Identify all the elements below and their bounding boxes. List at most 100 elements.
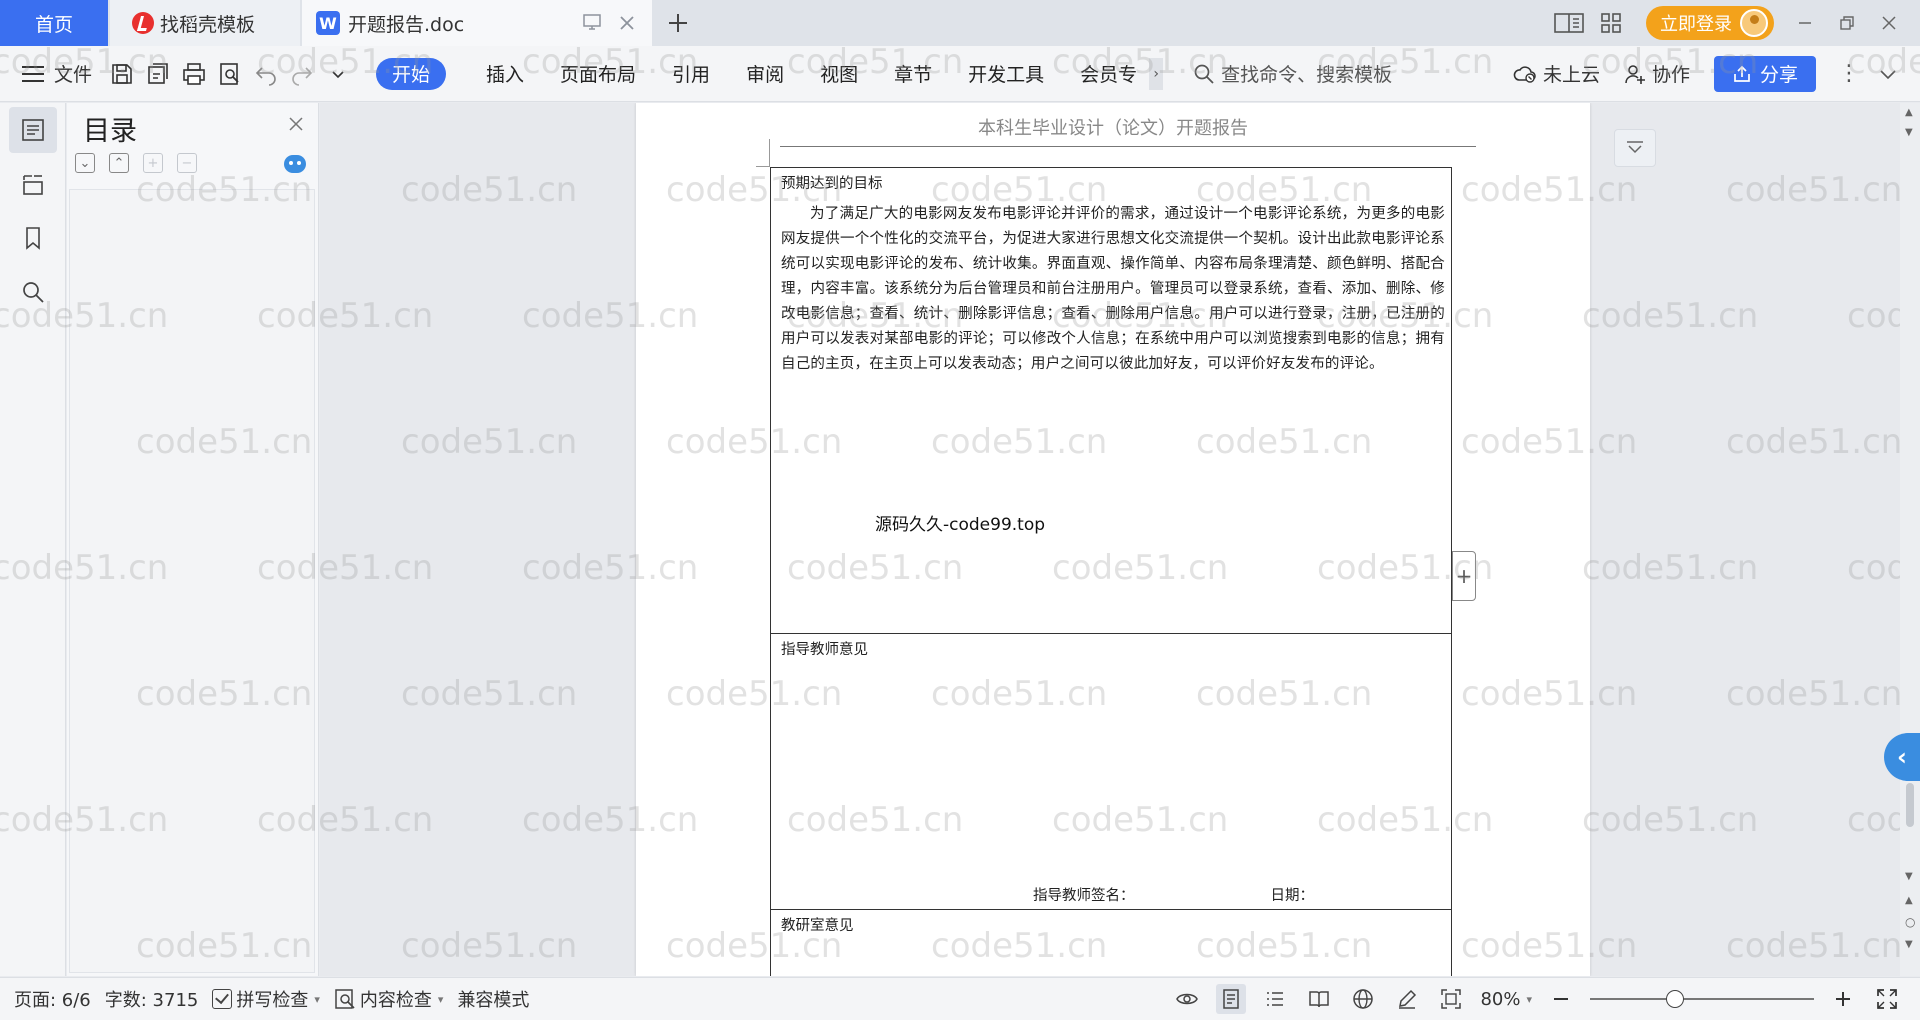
tab-references[interactable]: 引用 bbox=[654, 58, 728, 90]
vertical-scrollbar[interactable]: ▲ ▼ ▼ ▲ ○ ▼ bbox=[1900, 103, 1920, 976]
new-tab-button[interactable] bbox=[652, 0, 704, 46]
login-button[interactable]: 立即登录 bbox=[1646, 6, 1774, 40]
outline-view-button[interactable] bbox=[1260, 984, 1290, 1014]
zoom-out-button[interactable] bbox=[1546, 984, 1576, 1014]
share-button[interactable]: 分享 bbox=[1713, 55, 1816, 92]
collapse-ribbon-button[interactable] bbox=[1872, 58, 1904, 90]
tab-sections[interactable]: 章节 bbox=[876, 58, 950, 90]
zoom-slider-knob[interactable] bbox=[1666, 990, 1685, 1008]
tab-review[interactable]: 审阅 bbox=[728, 58, 802, 90]
plus-icon: + bbox=[1455, 564, 1473, 588]
document-page[interactable]: 本科生毕业设计（论文）开题报告 预期达到的目标 为了满足广大的电影网友发布电影评… bbox=[636, 103, 1590, 976]
scroll-down-icon[interactable]: ▼ bbox=[1905, 127, 1913, 138]
scrollbar-thumb[interactable] bbox=[1906, 783, 1914, 827]
fit-page-button[interactable] bbox=[1436, 984, 1466, 1014]
caret-down-icon: ▾ bbox=[1526, 992, 1532, 1006]
minus-icon: − bbox=[181, 155, 193, 171]
caret-down-icon: ▾ bbox=[314, 992, 320, 1006]
writing-mode-button[interactable] bbox=[1392, 984, 1422, 1014]
more-tabs-button[interactable]: › bbox=[1149, 57, 1164, 90]
tab-insert[interactable]: 插入 bbox=[468, 58, 542, 90]
export-pdf-button[interactable] bbox=[142, 58, 174, 90]
side-filter-button[interactable] bbox=[1614, 129, 1656, 167]
toc-close-button[interactable] bbox=[288, 113, 304, 138]
ai-assistant-icon[interactable] bbox=[284, 155, 306, 173]
word-count[interactable]: 字数: 3715 bbox=[105, 986, 199, 1012]
chapter-nav-button[interactable] bbox=[9, 161, 57, 207]
app-grid-button[interactable] bbox=[1590, 0, 1632, 46]
zoom-in-button[interactable] bbox=[1828, 984, 1858, 1014]
print-button[interactable] bbox=[178, 58, 210, 90]
web-layout-button[interactable] bbox=[1348, 984, 1378, 1014]
undo-button[interactable] bbox=[250, 58, 282, 90]
advisor-opinion-cell[interactable]: 指导教师意见 指导教师签名： 日期： bbox=[771, 634, 1451, 910]
zoom-slider[interactable] bbox=[1590, 989, 1814, 1009]
page-down-icon[interactable]: ▼ bbox=[1905, 939, 1913, 950]
cloud-off-icon bbox=[1513, 65, 1536, 83]
toc-expand-button[interactable]: ⌄ bbox=[75, 153, 95, 173]
undo-icon bbox=[255, 66, 276, 86]
more-options-button[interactable]: ⋮ bbox=[1838, 61, 1860, 86]
avatar-icon bbox=[1740, 9, 1768, 37]
reading-mode-button[interactable] bbox=[1304, 984, 1334, 1014]
tab-home[interactable]: 首页 bbox=[0, 0, 108, 46]
page-view-button[interactable] bbox=[1216, 984, 1247, 1014]
caret-down-icon: ▾ bbox=[437, 992, 444, 1006]
toc-collapse-button[interactable]: ⌃ bbox=[109, 153, 129, 173]
scroll-up-icon[interactable]: ▲ bbox=[1905, 107, 1913, 118]
page-count[interactable]: 页面: 6/6 bbox=[14, 986, 91, 1012]
zoom-level-dropdown[interactable]: 80% ▾ bbox=[1480, 989, 1532, 1010]
close-tab-icon[interactable] bbox=[618, 13, 636, 37]
minimize-button[interactable] bbox=[1784, 15, 1826, 31]
minimize-icon bbox=[1799, 22, 1811, 24]
toc-list bbox=[69, 189, 315, 973]
content-check-button[interactable]: 内容检查 ▾ bbox=[334, 986, 444, 1012]
add-table-row-button[interactable]: + bbox=[1452, 551, 1476, 601]
zoom-slider-track bbox=[1590, 998, 1814, 1000]
ribbon-menu-bar: 文件 开始 插入 页面布局 引用 审阅 视图 章节 开发工具 会员专 › 查找命… bbox=[0, 46, 1920, 102]
compatibility-mode[interactable]: 兼容模式 bbox=[457, 986, 529, 1012]
float-window-icon[interactable] bbox=[582, 12, 602, 37]
export-icon bbox=[148, 62, 168, 84]
tab-view[interactable]: 视图 bbox=[802, 58, 876, 90]
save-button[interactable] bbox=[106, 58, 138, 90]
tab-daoke-templates[interactable]: 找稻壳模板 bbox=[110, 0, 300, 46]
tab-document-label: 开题报告.doc bbox=[348, 13, 465, 36]
page-up-icon[interactable]: ▲ bbox=[1905, 895, 1913, 906]
close-icon bbox=[1882, 16, 1896, 30]
document-canvas[interactable]: 本科生毕业设计（论文）开题报告 预期达到的目标 为了满足广大的电影网友发布电影评… bbox=[320, 103, 1920, 976]
tab-document[interactable]: W 开题报告.doc bbox=[302, 0, 652, 46]
plus-icon bbox=[1836, 992, 1850, 1006]
toc-panel-button[interactable] bbox=[9, 107, 57, 153]
eye-protection-button[interactable] bbox=[1172, 984, 1202, 1014]
tab-member[interactable]: 会员专 bbox=[1062, 58, 1155, 90]
spell-check-button[interactable]: 拼写检查 ▾ bbox=[212, 986, 320, 1012]
office-opinion-cell[interactable]: 教研室意见 bbox=[771, 910, 1451, 976]
file-menu-button[interactable]: 文件 bbox=[0, 60, 106, 87]
tab-page-layout[interactable]: 页面布局 bbox=[542, 58, 654, 90]
status-bar: 页面: 6/6 字数: 3715 拼写检查 ▾ 内容检查 ▾ 兼容模式 80% … bbox=[0, 977, 1920, 1020]
print-preview-button[interactable] bbox=[214, 58, 246, 90]
cloud-status-button[interactable]: 未上云 bbox=[1513, 60, 1600, 87]
goal-cell[interactable]: 预期达到的目标 为了满足广大的电影网友发布电影评论并评价的需求，通过设计一个电影… bbox=[771, 168, 1451, 634]
tab-developer[interactable]: 开发工具 bbox=[950, 58, 1062, 90]
report-form-table: 预期达到的目标 为了满足广大的电影网友发布电影评论并评价的需求，通过设计一个电影… bbox=[770, 167, 1452, 976]
tab-home-ribbon[interactable]: 开始 bbox=[376, 57, 447, 90]
toc-demote-button[interactable]: − bbox=[177, 153, 197, 173]
outline-list-icon bbox=[1267, 992, 1284, 1006]
wps-writer-icon: W bbox=[316, 11, 340, 35]
find-button[interactable] bbox=[9, 269, 57, 315]
reading-layout-button[interactable] bbox=[1548, 0, 1590, 46]
restore-button[interactable] bbox=[1826, 15, 1868, 31]
quick-access-dropdown[interactable] bbox=[322, 58, 354, 90]
command-search-placeholder: 查找命令、搜索模板 bbox=[1221, 64, 1393, 86]
browse-object-icon[interactable]: ○ bbox=[1905, 915, 1915, 929]
fullscreen-button[interactable] bbox=[1872, 984, 1902, 1014]
close-window-button[interactable] bbox=[1868, 15, 1910, 31]
command-search[interactable]: 查找命令、搜索模板 bbox=[1193, 60, 1392, 87]
scroll-down-icon[interactable]: ▼ bbox=[1905, 871, 1913, 882]
collaborate-button[interactable]: 协作 bbox=[1624, 60, 1690, 87]
toc-promote-button[interactable]: + bbox=[143, 153, 163, 173]
redo-button[interactable] bbox=[286, 58, 318, 90]
bookmark-button[interactable] bbox=[9, 215, 57, 261]
